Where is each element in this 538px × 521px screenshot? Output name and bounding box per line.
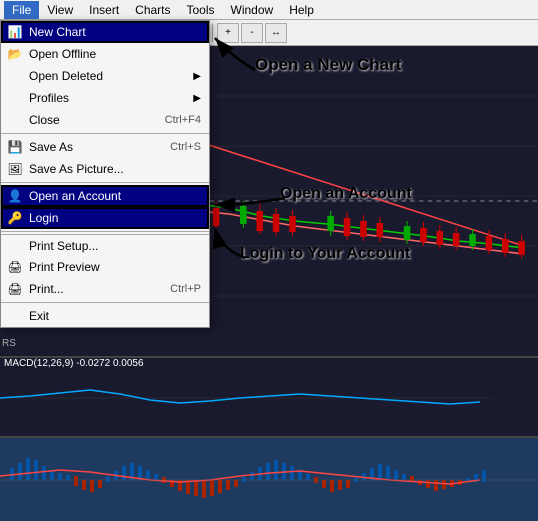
macd-svg [0, 438, 538, 521]
menu-divider-3 [1, 231, 209, 232]
menu-login[interactable]: 🔑 Login [1, 207, 209, 229]
menu-profiles[interactable]: Profiles ▶ [1, 87, 209, 109]
macd-area [0, 436, 538, 521]
save-as-icon: 💾 [5, 137, 25, 157]
toolbar-zoom-out[interactable]: - [241, 23, 263, 43]
annotation-new-chart: Open a New Chart [255, 55, 401, 75]
annotation-login: Login to Your Account [240, 245, 410, 263]
menu-print-preview[interactable]: 🖨 Print Preview [1, 256, 209, 278]
menu-divider-1 [1, 133, 209, 134]
toolbar-sep3 [212, 24, 213, 42]
menubar-help[interactable]: Help [281, 1, 322, 19]
profiles-arrow: ▶ [193, 93, 201, 104]
menubar: File View Insert Charts Tools Window Hel… [0, 0, 538, 20]
account-icon: 👤 [5, 186, 25, 206]
print-preview-icon: 🖨 [5, 257, 25, 277]
menubar-window[interactable]: Window [223, 1, 282, 19]
menu-save-as[interactable]: 💾 Save As Ctrl+S [1, 136, 209, 158]
toolbar-scroll[interactable]: ↔ [265, 23, 287, 43]
menubar-view[interactable]: View [39, 1, 81, 19]
menu-new-chart[interactable]: 📊 New Chart [1, 21, 209, 43]
macd-label: MACD(12,26,9) -0.0272 0.0056 [4, 358, 144, 369]
new-chart-icon: 📊 [5, 22, 25, 42]
menu-save-picture[interactable]: 🖼 Save As Picture... [1, 158, 209, 180]
rsi-svg [0, 358, 493, 436]
menubar-tools[interactable]: Tools [179, 1, 223, 19]
rs-label: RS [0, 338, 18, 349]
menubar-file[interactable]: File [4, 1, 39, 19]
login-icon: 🔑 [5, 208, 25, 228]
open-offline-icon: 📂 [5, 44, 25, 64]
save-picture-icon: 🖼 [5, 159, 25, 179]
menu-exit[interactable]: Exit [1, 305, 209, 327]
menu-divider-2 [1, 182, 209, 183]
menu-print[interactable]: 🖨 Print... Ctrl+P [1, 278, 209, 300]
toolbar-zoom-in[interactable]: + [217, 23, 239, 43]
menu-divider-4 [1, 302, 209, 303]
menu-open-offline[interactable]: 📂 Open Offline [1, 43, 209, 65]
menu-open-account[interactable]: 👤 Open an Account [1, 185, 209, 207]
menubar-insert[interactable]: Insert [81, 1, 127, 19]
annotation-open-account: Open an Account [280, 185, 412, 203]
open-deleted-arrow: ▶ [193, 71, 201, 82]
print-icon: 🖨 [5, 279, 25, 299]
menubar-charts[interactable]: Charts [127, 1, 178, 19]
file-dropdown: 📊 New Chart 📂 Open Offline Open Deleted … [0, 20, 210, 328]
menu-open-deleted[interactable]: Open Deleted ▶ [1, 65, 209, 87]
menu-close[interactable]: Close Ctrl+F4 [1, 109, 209, 131]
menu-print-setup[interactable]: Print Setup... [1, 234, 209, 256]
